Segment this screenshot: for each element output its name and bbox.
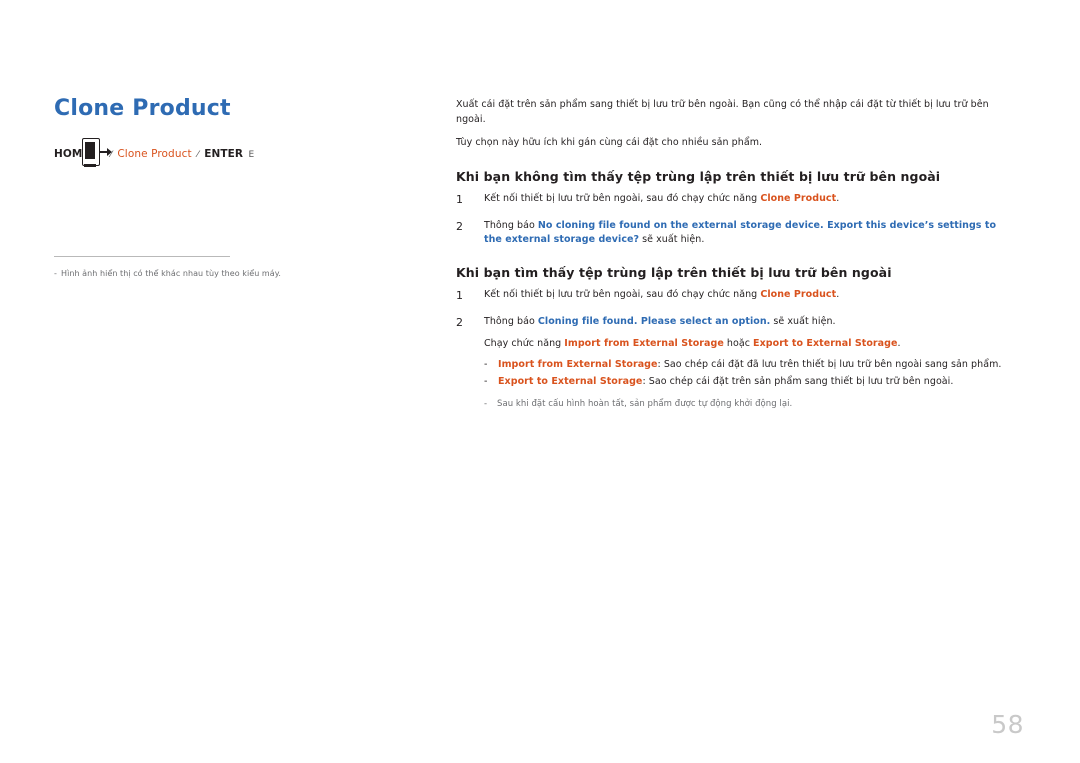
list-item: - Export to External Storage: Sao chép cá…: [484, 375, 1016, 390]
enter-icon: E: [248, 150, 255, 161]
option-export-to-external-storage: Export to External Storage: [498, 376, 643, 388]
restart-note: - Sau khi đặt cấu hình hoàn tất, sản phẩm…: [484, 398, 1016, 411]
option-import-description: : Sao chép cái đặt đã lưu trên thiết bị …: [657, 358, 1002, 370]
intro-paragraph-2: Tùy chọn này hữu ích khi gán cùng cái đặ…: [456, 137, 763, 149]
step-text: Kết nối thiết bị lưu trữ bên ngoài, sau …: [484, 288, 1016, 302]
display-device-illustration: [74, 138, 114, 172]
bullet-dash: -: [484, 376, 488, 388]
step-item: 2 Thông báo No cloning file found on the…: [456, 219, 1016, 248]
choice-text-b: hoặc: [723, 337, 754, 349]
dialog-message-cloning-file-found: Cloning file found. Please select an opt…: [537, 315, 771, 327]
device-stand-icon: [84, 164, 96, 167]
page-title-text: Clone Product: [54, 96, 231, 121]
list-item: - Import from External Storage: Sao chép …: [484, 358, 1016, 373]
step-text: Thông báo Cloning file found. Please sel…: [484, 315, 1016, 411]
quote-close-icon: ⁄: [197, 150, 199, 161]
step-text: Kết nối thiết bị lưu trữ bên ngoài, sau …: [484, 192, 1016, 206]
intro-block: Xuất cái đặt trên sản phẩm sang thiết bị…: [456, 98, 1016, 151]
footnote-divider: [54, 256, 230, 257]
menu-ref-import-from-external-storage: Import from External Storage: [564, 337, 724, 349]
option-export-description: : Sao chép cái đặt trên sản phẩm sang th…: [642, 376, 954, 388]
device-screen-icon: [85, 141, 95, 159]
right-column: Xuất cái đặt trên sản phẩm sang thiết bị…: [456, 98, 1016, 421]
note-dash: -: [484, 399, 488, 410]
choice-text-a: Chạy chức năng: [484, 337, 565, 349]
page-number: 58: [991, 710, 1024, 739]
step-text-b: .: [836, 289, 840, 301]
footnote-dash: -: [54, 269, 57, 278]
section-heading-no-file: Khi bạn không tìm thấy tệp trùng lập trê…: [456, 169, 941, 185]
step-text: Thông báo No cloning file found on the e…: [484, 219, 1016, 248]
step-number: 2: [456, 315, 464, 329]
choice-text-c: .: [897, 337, 901, 349]
arrow-right-icon: [100, 146, 112, 158]
step-item: 1 Kết nối thiết bị lưu trữ bên ngoài, sa…: [456, 192, 1016, 209]
footnote-text: Hình ảnh hiển thị có thể khác nhau tùy t…: [61, 269, 281, 278]
menu-ref-clone-product: Clone Product: [760, 193, 837, 205]
intro-paragraph-1: Xuất cái đặt trên sản phẩm sang thiết bị…: [456, 99, 989, 125]
section-heading-file-found: Khi bạn tìm thấy tệp trùng lập trên thiế…: [456, 265, 892, 281]
option-list: - Import from External Storage: Sao chép …: [484, 358, 1016, 390]
bullet-dash: -: [484, 358, 488, 370]
step-text-b: sẽ xuất hiện.: [639, 233, 705, 245]
step-text-a: Kết nối thiết bị lưu trữ bên ngoài, sau …: [484, 193, 761, 205]
breadcrumb-enter: ENTER: [204, 148, 244, 161]
step-line-1: Thông báo Cloning file found. Please sel…: [484, 315, 1016, 329]
step-number: 2: [456, 219, 464, 233]
manual-page: Clone Product HOME ⌃ ⁄ Clone Product ⁄ E…: [0, 0, 1080, 763]
dialog-message-no-cloning-file: No cloning file found on the external st…: [484, 219, 997, 245]
step-item: 2 Thông báo Cloning file found. Please s…: [456, 315, 1016, 411]
option-import-from-external-storage: Import from External Storage: [498, 358, 658, 370]
step-number: 1: [456, 193, 464, 207]
step-text-a: Thông báo: [484, 219, 538, 231]
device-body-icon: [82, 138, 100, 166]
footnote: - Hình ảnh hiển thị có thể khác nhau tùy …: [54, 268, 384, 280]
left-column: Clone Product HOME ⌃ ⁄ Clone Product ⁄ E…: [54, 96, 394, 278]
step-text-a: Kết nối thiết bị lưu trữ bên ngoài, sau …: [484, 289, 761, 301]
step-item: 1 Kết nối thiết bị lưu trữ bên ngoài, sa…: [456, 288, 1016, 305]
step-text-b: .: [836, 193, 840, 205]
menu-ref-export-to-external-storage: Export to External Storage: [753, 337, 898, 349]
note-text: Sau khi đặt cấu hình hoàn tất, sản phẩm …: [497, 399, 793, 410]
step-line-2: Chạy chức năng Import from External Stor…: [484, 337, 1016, 352]
menu-ref-clone-product: Clone Product: [760, 289, 837, 301]
step-number: 1: [456, 289, 464, 303]
step-text-b: sẽ xuất hiện.: [770, 315, 836, 327]
page-title: Clone Product: [54, 96, 394, 122]
breadcrumb-item-clone-product: Clone Product: [117, 148, 192, 161]
step-text-a: Thông báo: [484, 315, 538, 327]
